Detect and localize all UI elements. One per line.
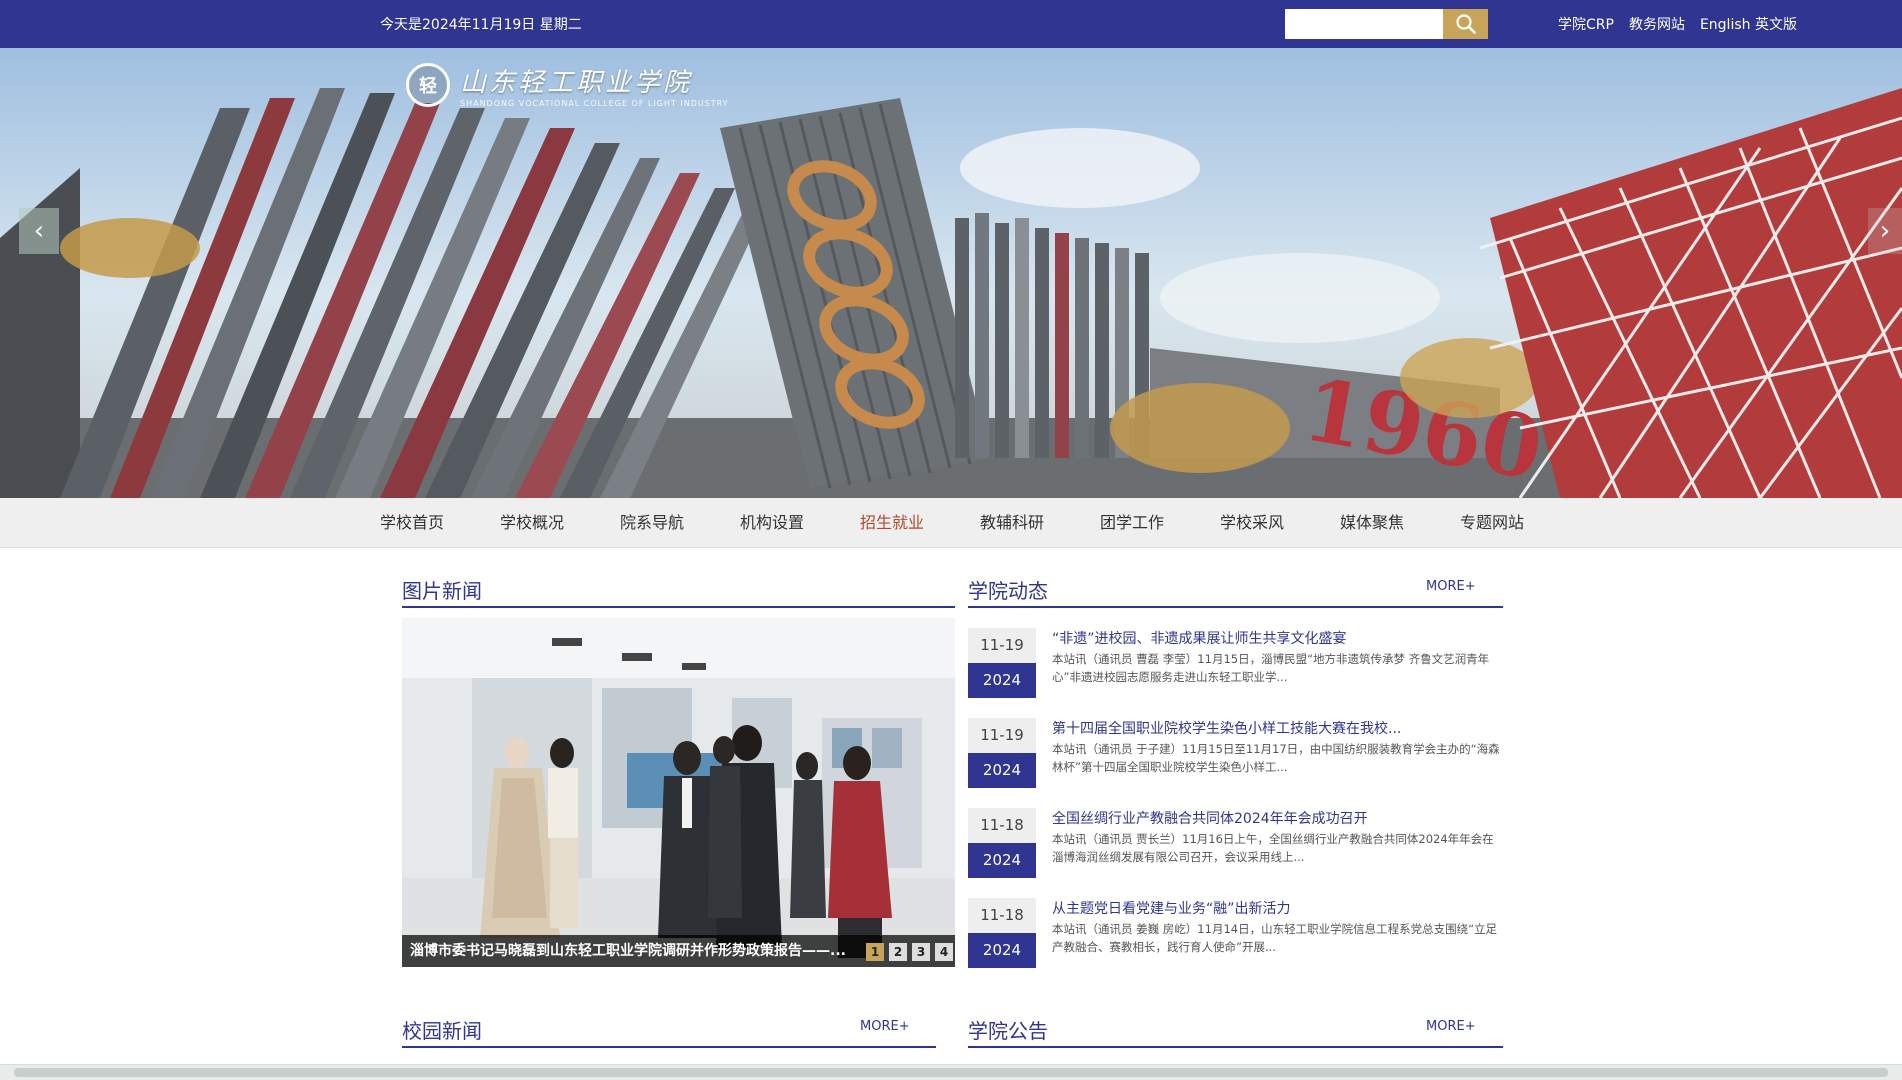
photo-page-2[interactable]: 2: [889, 943, 907, 961]
news-date-day: 11-19: [968, 628, 1036, 663]
news-list-item[interactable]: 11-19 2024 第十四届全国职业院校学生染色小样工技能大赛在我校... 本…: [968, 718, 1503, 790]
photo-news-title: 图片新闻: [402, 579, 482, 603]
nav-item-admissions[interactable]: 招生就业: [860, 498, 980, 548]
search-box: [1285, 9, 1488, 39]
horizontal-scrollbar[interactable]: [0, 1064, 1902, 1080]
photo-page-4[interactable]: 4: [935, 943, 953, 961]
photo-news-slide[interactable]: 淄博市委书记马晓磊到山东轻工职业学院调研并作形势政策报告——... 1 2 3 …: [402, 618, 955, 967]
news-list-item[interactable]: 11-18 2024 从主题党日看党建与业务“融”出新活力 本站讯（通讯员 姜巍…: [968, 898, 1503, 970]
news-title[interactable]: 从主题党日看党建与业务“融”出新活力: [1052, 898, 1502, 918]
news-list-item[interactable]: 11-18 2024 全国丝绸行业产教融合共同体2024年年会成功召开 本站讯（…: [968, 808, 1503, 880]
college-news-more-link[interactable]: MORE+: [1426, 579, 1476, 594]
campus-news-more-link[interactable]: MORE+: [860, 1019, 910, 1034]
campus-news-header: 校园新闻 MORE+: [402, 1008, 936, 1048]
nav-item-youth-league[interactable]: 团学工作: [1100, 498, 1220, 548]
news-photo-image: [402, 618, 955, 967]
college-news-header: 学院动态 MORE+: [968, 568, 1503, 608]
news-summary: 本站讯（通讯员 姜巍 房屹）11月14日，山东轻工职业学院信息工程系党总支围绕“…: [1052, 922, 1498, 954]
news-date-year: 2024: [968, 843, 1036, 878]
nav-item-organization[interactable]: 机构设置: [740, 498, 860, 548]
link-crp[interactable]: 学院CRP: [1558, 14, 1614, 34]
search-button[interactable]: [1443, 9, 1488, 39]
nav-item-overview[interactable]: 学校概况: [500, 498, 620, 548]
top-links: 学院CRP 教务网站 English 英文版: [1558, 14, 1797, 34]
chevron-right-icon: ›: [1879, 216, 1891, 246]
announcements-header: 学院公告 MORE+: [968, 1008, 1503, 1048]
photo-news-header: 图片新闻: [402, 568, 955, 608]
news-title[interactable]: 第十四届全国职业院校学生染色小样工技能大赛在我校...: [1052, 718, 1502, 738]
news-date: 11-18 2024: [968, 898, 1036, 968]
news-summary: 本站讯（通讯员 贾长兰）11月16日上午，全国丝绸行业产教融合共同体2024年年…: [1052, 832, 1494, 864]
news-date-day: 11-18: [968, 808, 1036, 843]
main-nav: 学校首页 学校概况 院系导航 机构设置 招生就业 教辅科研 团学工作 学校采风 …: [0, 498, 1902, 548]
college-news-title: 学院动态: [968, 579, 1048, 603]
news-title[interactable]: 全国丝绸行业产教融合共同体2024年年会成功召开: [1052, 808, 1502, 828]
link-academic-affairs[interactable]: 教务网站: [1629, 14, 1685, 34]
news-title[interactable]: “非遗”进校园、非遗成果展让师生共享文化盛宴: [1052, 628, 1502, 648]
photo-pager: 1 2 3 4: [866, 943, 953, 961]
search-icon: [1455, 14, 1476, 34]
hero-banner: 1960 轻 山东轻工职业学院 SHANDONG VOCATIONAL COLL…: [0, 48, 1902, 498]
search-input[interactable]: [1285, 9, 1443, 39]
logo-emblem: 轻: [406, 63, 450, 107]
top-bar: 今天是2024年11月19日 星期二 学院CRP 教务网站 English 英文…: [0, 0, 1902, 48]
announcements-title: 学院公告: [968, 1019, 1048, 1043]
news-date-year: 2024: [968, 933, 1036, 968]
photo-page-1[interactable]: 1: [866, 943, 884, 961]
banner-prev-button[interactable]: ‹: [19, 208, 59, 254]
current-date: 今天是2024年11月19日 星期二: [380, 17, 582, 33]
nav-item-special-sites[interactable]: 专题网站: [1460, 498, 1580, 548]
nav-item-home[interactable]: 学校首页: [380, 498, 500, 548]
link-english-version[interactable]: English 英文版: [1700, 14, 1797, 34]
news-date: 11-19 2024: [968, 628, 1036, 698]
news-date-day: 11-19: [968, 718, 1036, 753]
logo-chinese-name: 山东轻工职业学院: [460, 68, 693, 98]
announcements-more-link[interactable]: MORE+: [1426, 1019, 1476, 1034]
nav-item-departments[interactable]: 院系导航: [620, 498, 740, 548]
chevron-left-icon: ‹: [33, 216, 45, 246]
photo-page-3[interactable]: 3: [912, 943, 930, 961]
photo-caption-text[interactable]: 淄博市委书记马晓磊到山东轻工职业学院调研并作形势政策报告——...: [410, 935, 850, 967]
news-list-item[interactable]: 11-19 2024 “非遗”进校园、非遗成果展让师生共享文化盛宴 本站讯（通讯…: [968, 628, 1503, 700]
college-logo[interactable]: 轻 山东轻工职业学院 SHANDONG VOCATIONAL COLLEGE O…: [406, 62, 729, 108]
campus-news-title: 校园新闻: [402, 1019, 482, 1043]
banner-next-button[interactable]: ›: [1868, 208, 1902, 254]
news-summary: 本站讯（通讯员 于子建）11月15日至11月17日，由中国纺织服装教育学会主办的…: [1052, 742, 1500, 774]
nav-item-media[interactable]: 媒体聚焦: [1340, 498, 1460, 548]
news-date: 11-18 2024: [968, 808, 1036, 878]
news-date-day: 11-18: [968, 898, 1036, 933]
scrollbar-thumb[interactable]: [14, 1068, 1888, 1077]
nav-item-campus-scenery[interactable]: 学校采风: [1220, 498, 1340, 548]
logo-english-name: SHANDONG VOCATIONAL COLLEGE OF LIGHT IND…: [460, 99, 729, 108]
news-summary: 本站讯（通讯员 曹磊 李莹）11月15日，淄博民盟“地方非遗筑传承梦 齐鲁文艺润…: [1052, 652, 1490, 684]
campus-sculpture-image: 1960: [0, 48, 1902, 498]
news-date-year: 2024: [968, 663, 1036, 698]
nav-item-research[interactable]: 教辅科研: [980, 498, 1100, 548]
news-date: 11-19 2024: [968, 718, 1036, 788]
news-date-year: 2024: [968, 753, 1036, 788]
